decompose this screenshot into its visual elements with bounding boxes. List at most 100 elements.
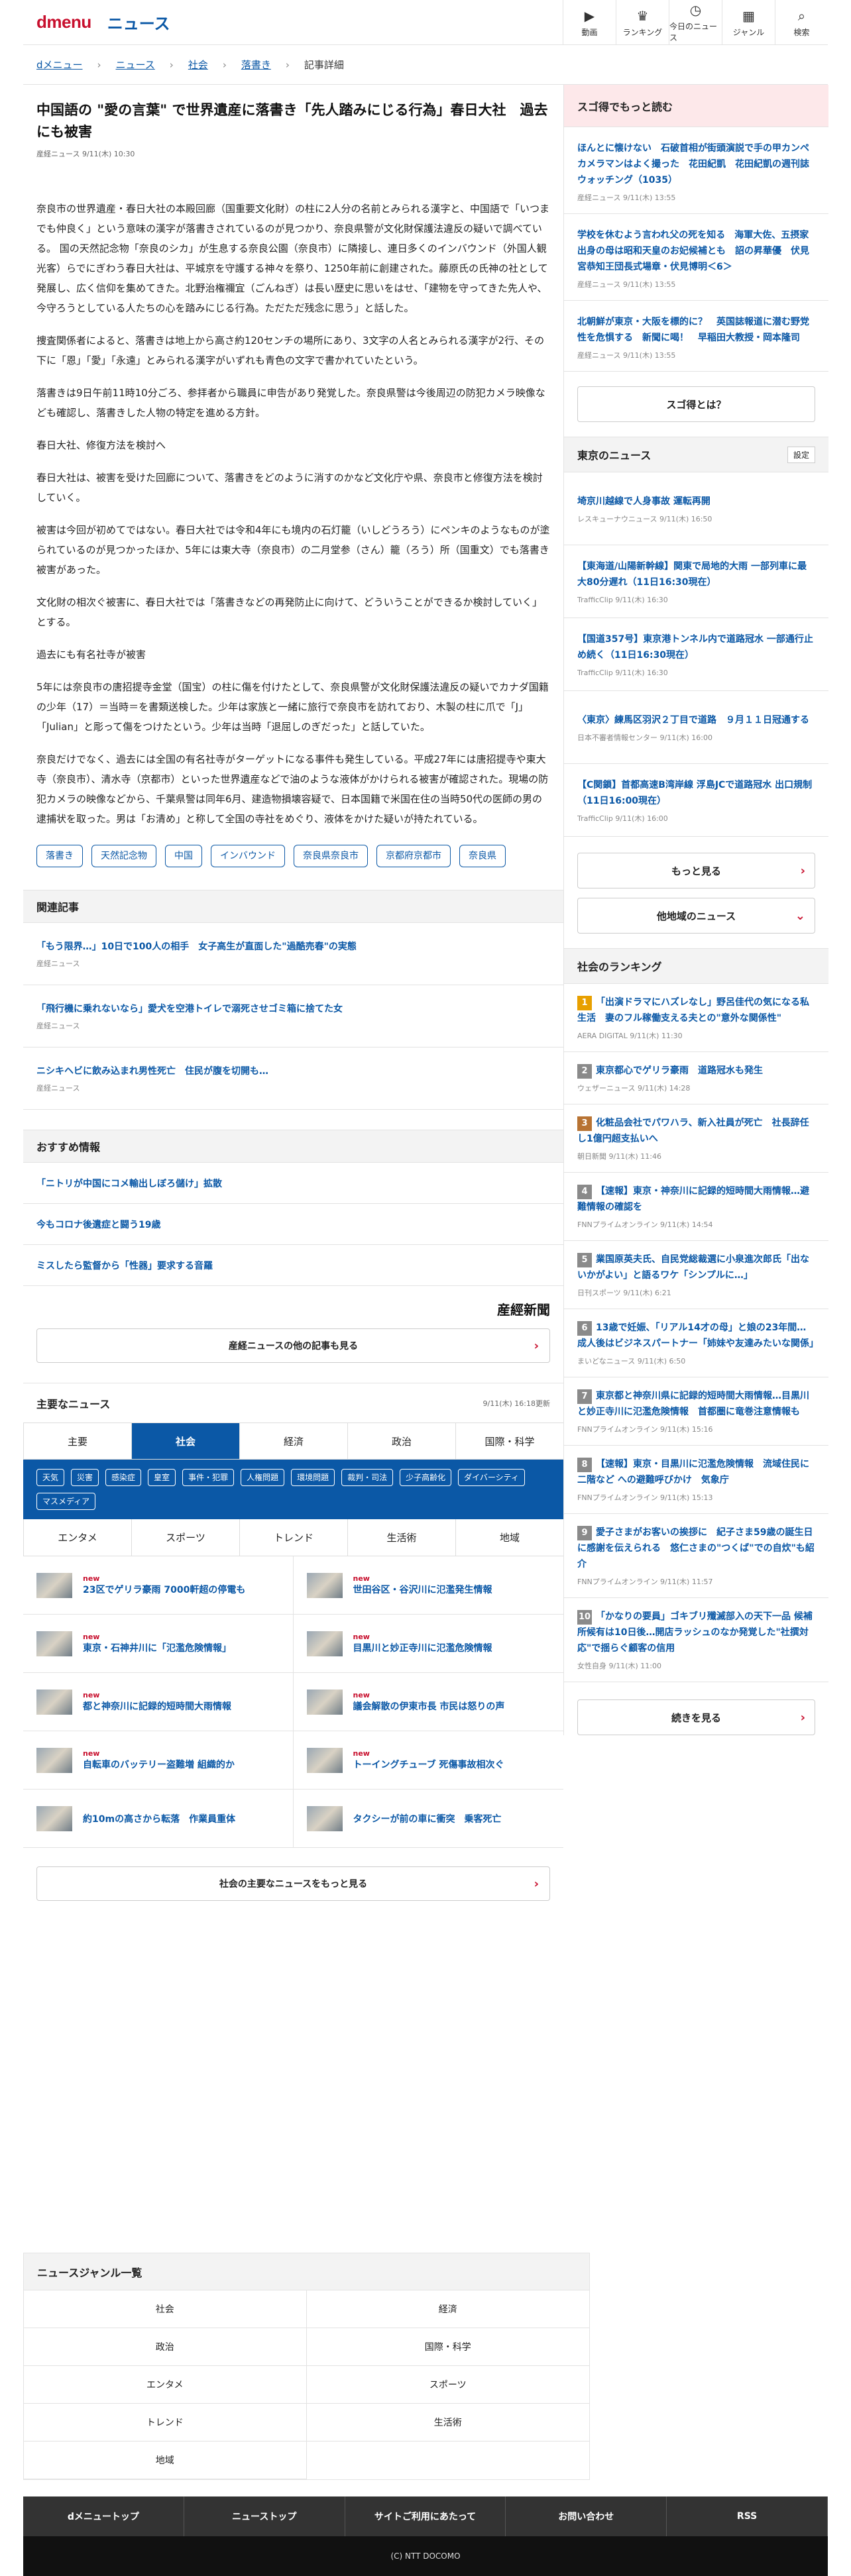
sugotoku-title[interactable]: 北朝鮮が東京・大阪を標的に？ 英国誌報道に潜む野党性を危惧する 新聞に喝！ 早稲… [577, 317, 809, 343]
major-news-item[interactable]: new トーイングチューブ 死傷事故相次ぐ [293, 1731, 563, 1790]
sugotoku-title[interactable]: ほんとに懐けない 石破首相が街頭演説で手の甲カンペ カメラマンはよく撮った 花田… [577, 143, 819, 186]
tokyo-news-item[interactable]: 埼京川越線で人身事故 運転再開 レスキューナウニュース 9/11(木) 16:50 [564, 472, 828, 545]
ranking-item[interactable]: 4 【速報】東京・神奈川に記録的短時間大雨情報…避難情報の確認を FNNプライムオン… [564, 1173, 828, 1241]
tokyo-news-item[interactable]: 【C関鎖】首都高速B湾岸線 浮島JCで道路冠水 出口規制（11日16:00現在）… [564, 764, 828, 837]
footer-link[interactable]: RSS [667, 2496, 828, 2536]
major-news-item[interactable]: タクシーが前の車に衝突 乗客死亡 [293, 1790, 563, 1848]
ranking-item[interactable]: 10 「かなりの要員」ゴキブリ殲滅部入の天下一品 候補所候有は10日後…開店ラッシ… [564, 1598, 828, 1682]
tokyo-news-item[interactable]: 【国道357号】東京港トンネル内で道路冠水 一部通行止め続く（11日16:30現… [564, 618, 828, 691]
breadcrumb-item[interactable]: ニュース [116, 58, 155, 72]
topic-chip[interactable]: 事件・犯罪 [182, 1469, 235, 1486]
ranking-title[interactable]: 2 東京都心でゲリラ豪雨 道路冠水も発生 [577, 1063, 815, 1079]
tab-国際・科学[interactable]: 国際・科学 [455, 1423, 563, 1459]
footer-link[interactable]: お問い合わせ [506, 2496, 667, 2536]
major-news-item[interactable]: new 目黒川と妙正寺川に氾濫危険情報 [293, 1615, 563, 1673]
footer-link[interactable]: dメニュートップ [23, 2496, 184, 2536]
recommend-title[interactable]: 「ニトリが中国にコメ輸出しぼろ儲け」拡散 [36, 1177, 222, 1190]
tokyo-news-title[interactable]: 埼京川越線で人身事故 運転再開 [577, 494, 815, 510]
ranking-item[interactable]: 5 業国原英夫氏、自民党総裁選に小泉進次郎氏「出ないかがよい」と語るワケ「シンプル… [564, 1241, 828, 1309]
ranking-item[interactable]: 8 【速報】東京・目黒川に氾濫危険情報 流域住民に二階など への避難呼びかけ 気象… [564, 1446, 828, 1514]
ranking-item[interactable]: 9 愛子さまがお客いの挨拶に 紀子さま59歳の誕生日に感謝を伝えられる 悠仁さまの… [564, 1514, 828, 1598]
tokyo-news-item[interactable]: 【東海道/山陽新幹線】関東で局地的大雨 一部列車に最大80分遅れ（11日16:3… [564, 545, 828, 618]
topic-chip[interactable]: マスメディア [36, 1493, 96, 1510]
footer-link[interactable]: サイトご利用にあたって [345, 2496, 506, 2536]
tag-link[interactable]: 奈良県奈良市 [294, 845, 368, 867]
recommend-item[interactable]: ミスしたら監督から「性器」要求する音羅 [23, 1245, 563, 1286]
ranking-title[interactable]: 3 化粧品会社でパワハラ、新入社員が死亡 社長辞任し1億円超支払いへ [577, 1115, 815, 1147]
major-news-item[interactable]: new 23区でゲリラ豪雨 7000軒超の停電も [23, 1556, 294, 1615]
dmenu-logo[interactable]: dmenu [36, 12, 91, 32]
related-item[interactable]: 「飛行機に乗れないなら」愛犬を空港トイレで溺死させゴミ箱に捨てた女 産経ニュース [23, 985, 563, 1047]
ranking-title[interactable]: 9 愛子さまがお客いの挨拶に 紀子さま59歳の誕生日に感謝を伝えられる 悠仁さまの… [577, 1525, 815, 1572]
tab-スポーツ[interactable]: スポーツ [131, 1519, 239, 1556]
genre-item[interactable]: 社会 [24, 2290, 307, 2328]
topic-chip[interactable]: 皇室 [148, 1469, 176, 1486]
sugotoku-about-button[interactable]: スゴ得とは？ [577, 386, 815, 422]
major-news-title[interactable]: タクシーが前の車に衝突 乗客死亡 [353, 1814, 502, 1825]
related-item[interactable]: ニシキヘビに飲み込まれ男性死亡 住民が腹を切開も… 産経ニュース [23, 1047, 563, 1110]
recommend-title[interactable]: ミスしたら監督から「性器」要求する音羅 [36, 1259, 213, 1272]
breadcrumb-item[interactable]: 落書き [241, 58, 271, 72]
genre-item[interactable]: 政治 [24, 2328, 307, 2366]
topic-chip[interactable]: ダイバーシティ [458, 1469, 525, 1486]
genre-item[interactable]: 生活術 [306, 2404, 589, 2442]
topic-chip[interactable]: 少子高齢化 [400, 1469, 452, 1486]
tag-link[interactable]: 天然記念物 [91, 845, 156, 867]
more-sankei-button[interactable]: 産経ニュースの他の記事も見る › [36, 1328, 550, 1363]
genre-item[interactable]: スポーツ [306, 2366, 589, 2404]
major-news-item[interactable]: new 東京・石神井川に「氾濫危険情報」 [23, 1615, 294, 1673]
more-major-button[interactable]: 社会の主要なニュースをもっと見る › [36, 1866, 550, 1901]
ranking-title[interactable]: 4 【速報】東京・神奈川に記録的短時間大雨情報…避難情報の確認を [577, 1183, 815, 1215]
genre-item[interactable]: 経済 [306, 2290, 589, 2328]
tab-エンタメ[interactable]: エンタメ [23, 1519, 131, 1556]
header-nav-2[interactable]: ◷ 今日のニュース [669, 0, 722, 45]
ranking-item[interactable]: 2 東京都心でゲリラ豪雨 道路冠水も発生 ウェザーニュース 9/11(木) 14:2… [564, 1052, 828, 1104]
topic-chip[interactable]: 環境問題 [291, 1469, 335, 1486]
ranking-title[interactable]: 1 「出演ドラマにハズレなし」野呂佳代の気になる私生活 妻のフル稼働支える夫との"… [577, 994, 815, 1026]
ranking-title[interactable]: 5 業国原英夫氏、自民党総裁選に小泉進次郎氏「出ないかがよい」と語るワケ「シンプル… [577, 1252, 815, 1283]
sugotoku-title[interactable]: 学校を休むよう言われ父の死を知る 海軍大佐、五摂家出身の母は昭和天皇のお妃候補と… [577, 230, 809, 272]
topic-chip[interactable]: 人権問題 [241, 1469, 285, 1486]
major-news-title[interactable]: 世田谷区・谷沢川に氾濫発生情報 [353, 1585, 492, 1595]
ranking-item[interactable]: 6 13歳で妊娠、「リアル14才の母」と娘の23年間…成人後はビジネスパートナー「… [564, 1309, 828, 1377]
ranking-title[interactable]: 8 【速報】東京・目黒川に氾濫危険情報 流域住民に二階など への避難呼びかけ 気象… [577, 1456, 815, 1488]
genre-item[interactable]: 国際・科学 [306, 2328, 589, 2366]
tokyo-more-button[interactable]: もっと見る › [577, 853, 815, 888]
topic-chip[interactable]: 災害 [71, 1469, 99, 1486]
recommend-item[interactable]: 「ニトリが中国にコメ輸出しぼろ儲け」拡散 [23, 1163, 563, 1204]
tokyo-news-title[interactable]: 【C関鎖】首都高速B湾岸線 浮島JCで道路冠水 出口規制（11日16:00現在） [577, 777, 815, 809]
tab-経済[interactable]: 経済 [239, 1423, 347, 1459]
related-title[interactable]: 「もう限界…」10日で100人の相手 女子高生が直面した"過酷売春"の実態 [36, 939, 550, 954]
major-news-title[interactable]: 23区でゲリラ豪雨 7000軒超の停電も [83, 1585, 245, 1595]
tab-主要[interactable]: 主要 [23, 1423, 131, 1459]
major-news-title[interactable]: 東京・石神井川に「氾濫危険情報」 [83, 1643, 231, 1654]
tokyo-news-title[interactable]: 〈東京〉練馬区羽沢２丁目で道路 ９月１１日冠通する [577, 712, 815, 728]
tab-社会[interactable]: 社会 [131, 1423, 239, 1459]
tab-政治[interactable]: 政治 [347, 1423, 455, 1459]
tag-link[interactable]: インバウンド [211, 845, 285, 867]
header-nav-0[interactable]: ▶ 動画 [563, 0, 616, 45]
header-nav-4[interactable]: ⌕ 検索 [775, 0, 828, 45]
breadcrumb-item[interactable]: dメニュー [36, 58, 83, 72]
recommend-title[interactable]: 今もコロナ後遺症と闘う19歳 [36, 1218, 160, 1231]
tag-link[interactable]: 中国 [165, 845, 202, 867]
tokyo-news-title[interactable]: 【国道357号】東京港トンネル内で道路冠水 一部通行止め続く（11日16:30現… [577, 631, 815, 663]
major-news-item[interactable]: new 都と神奈川に記録的短時間大雨情報 [23, 1673, 294, 1731]
major-news-item[interactable]: 約10mの高さから転落 作業員重体 [23, 1790, 294, 1848]
tag-link[interactable]: 落書き [36, 845, 83, 867]
news-section-title[interactable]: ニュース [107, 11, 170, 34]
major-news-item[interactable]: new 世田谷区・谷沢川に氾濫発生情報 [293, 1556, 563, 1615]
topic-chip[interactable]: 感染症 [105, 1469, 142, 1486]
tab-地域[interactable]: 地域 [455, 1519, 563, 1556]
ranking-title[interactable]: 10 「かなりの要員」ゴキブリ殲滅部入の天下一品 候補所候有は10日後…開店ラッシ… [577, 1609, 815, 1656]
tag-link[interactable]: 奈良県 [459, 845, 506, 867]
settings-button[interactable]: 設定 [787, 446, 815, 463]
tokyo-news-title[interactable]: 【東海道/山陽新幹線】関東で局地的大雨 一部列車に最大80分遅れ（11日16:3… [577, 559, 815, 590]
major-news-item[interactable]: new 自転車のバッテリー盗難増 組織的か [23, 1731, 294, 1790]
related-title[interactable]: ニシキヘビに飲み込まれ男性死亡 住民が腹を切開も… [36, 1064, 550, 1079]
major-news-title[interactable]: 議会解散の伊東市長 市民は怒りの声 [353, 1701, 505, 1712]
major-news-title[interactable]: 都と神奈川に記録的短時間大雨情報 [83, 1701, 231, 1712]
major-news-title[interactable]: トーイングチューブ 死傷事故相次ぐ [353, 1760, 504, 1770]
other-region-button[interactable]: 他地域のニュース ⌄ [577, 898, 815, 934]
header-nav-3[interactable]: ▦ ジャンル [722, 0, 775, 45]
